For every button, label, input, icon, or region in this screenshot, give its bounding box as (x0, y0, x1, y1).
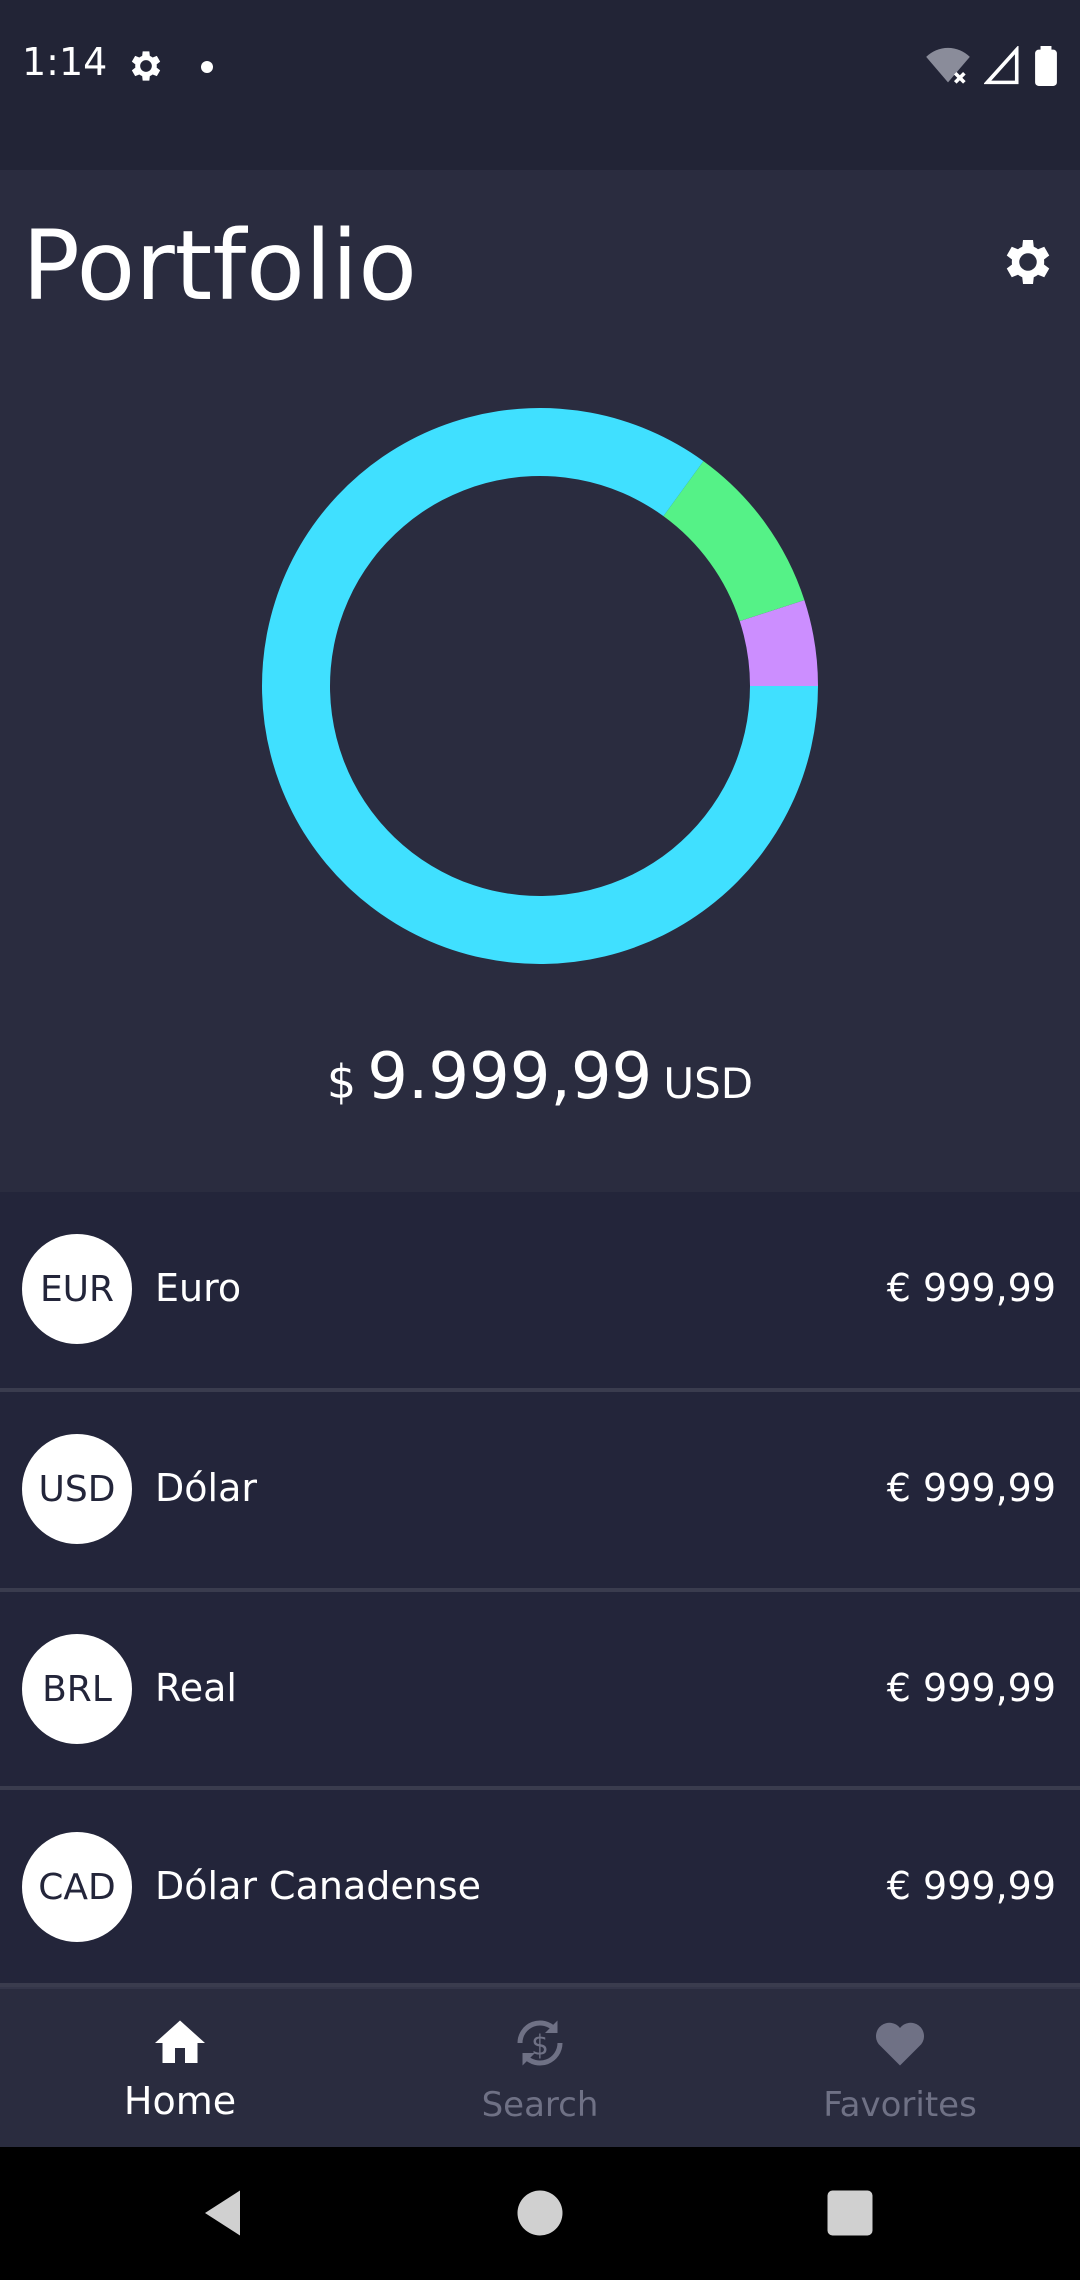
portfolio-summary: Portfolio $ 9.999,99 USD (0, 170, 1080, 1192)
total-currency-symbol: $ (326, 1055, 357, 1109)
currency-name: Euro (155, 1266, 242, 1310)
currency-name: Dólar Canadense (155, 1864, 482, 1908)
gear-icon (131, 51, 161, 81)
page-title: Portfolio (22, 210, 417, 322)
currency-name: Real (155, 1666, 237, 1710)
currency-avatar: EUR (22, 1234, 132, 1344)
signal-icon (984, 46, 1019, 85)
notification-dot (201, 61, 213, 73)
recents-icon[interactable] (820, 2183, 880, 2243)
total-currency-code: USD (663, 1059, 754, 1108)
currency-value: € 999,99 (886, 1864, 1056, 1908)
status-bar: 1:14 (0, 0, 1080, 170)
back-icon[interactable] (195, 2183, 255, 2243)
total-amount: 9.999,99 (367, 1040, 653, 1114)
home-circle-icon[interactable] (510, 2183, 570, 2243)
currency-value: € 999,99 (886, 1266, 1056, 1310)
nav-home-label: Home (123, 2079, 237, 2123)
currency-avatar: CAD (22, 1832, 132, 1942)
bottom-navigation: Home $ Search Favorites (0, 1987, 1080, 2149)
portfolio-total: $ 9.999,99 USD (0, 1040, 1080, 1114)
currency-avatar: BRL (22, 1634, 132, 1744)
nav-favorites-label: Favorites (823, 2085, 977, 2125)
list-item[interactable]: EUR Euro € 999,99 (0, 1192, 1080, 1388)
nav-favorites[interactable]: Favorites (720, 1989, 1080, 2149)
currency-value: € 999,99 (886, 1466, 1056, 1510)
list-item[interactable]: USD Dólar € 999,99 (0, 1392, 1080, 1588)
currency-name: Dólar (155, 1466, 257, 1510)
status-icons (926, 46, 1058, 86)
settings-gear-icon[interactable] (998, 232, 1058, 292)
list-item[interactable]: CAD Dólar Canadense € 999,99 (0, 1790, 1080, 1986)
heart-icon (875, 2022, 925, 2066)
nav-search-label: Search (481, 2085, 599, 2125)
system-navigation-bar (0, 2147, 1080, 2280)
svg-text:$: $ (531, 2029, 549, 2061)
nav-home[interactable]: Home (0, 1989, 360, 2149)
nav-search[interactable]: $ Search (360, 1989, 720, 2149)
battery-icon (1035, 46, 1057, 86)
currency-value: € 999,99 (886, 1666, 1056, 1710)
status-time: 1:14 (22, 40, 108, 84)
home-icon (155, 2020, 205, 2063)
wifi-off-icon (926, 47, 970, 84)
portfolio-donut-chart (262, 408, 818, 964)
currency-exchange-icon: $ (517, 2020, 563, 2066)
list-item[interactable]: BRL Real € 999,99 (0, 1592, 1080, 1788)
currency-avatar: USD (22, 1434, 132, 1544)
holdings-list: EUR Euro € 999,99 USD Dólar € 999,99 BRL… (0, 1192, 1080, 1987)
